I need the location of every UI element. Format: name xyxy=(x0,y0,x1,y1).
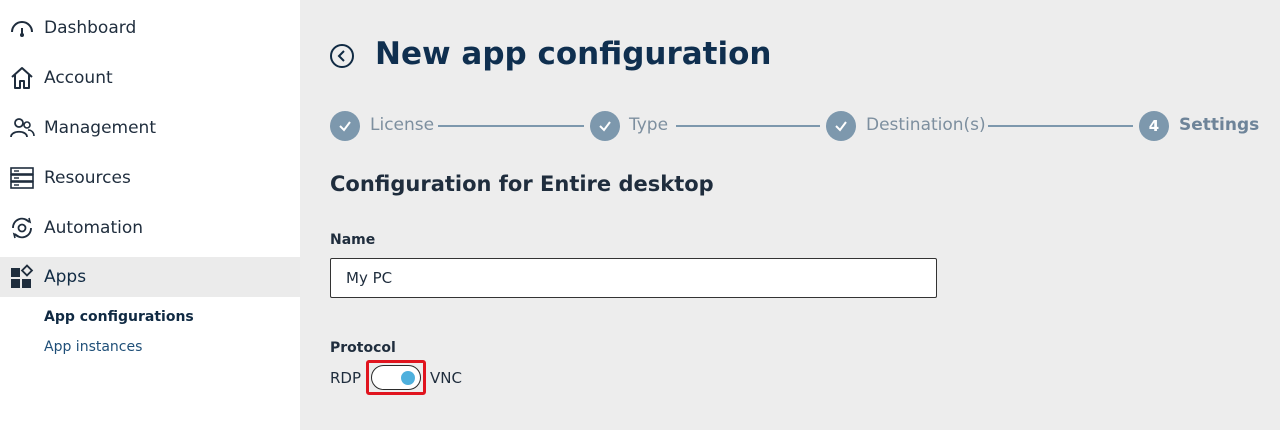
automation-gear-icon xyxy=(8,214,36,242)
step-done-icon xyxy=(330,111,360,141)
step-number-badge: 4 xyxy=(1139,111,1169,141)
sidebar-subitem-app-instances[interactable]: App instances xyxy=(44,339,142,355)
sidebar-item-resources[interactable]: Resources xyxy=(0,158,300,198)
sidebar-item-label: Apps xyxy=(44,267,87,287)
server-icon xyxy=(8,164,36,192)
section-title: Configuration for Entire desktop xyxy=(330,172,714,196)
protocol-option-vnc: VNC xyxy=(430,369,462,387)
step-connector xyxy=(676,125,820,127)
chevron-left-icon xyxy=(337,50,345,62)
step-connector xyxy=(988,125,1133,127)
protocol-toggle[interactable] xyxy=(371,365,421,390)
step-done-icon xyxy=(826,111,856,141)
step-done-icon xyxy=(590,111,620,141)
sidebar: Dashboard Account Management Resources A… xyxy=(0,0,300,430)
name-label: Name xyxy=(330,232,376,248)
sidebar-item-label: Dashboard xyxy=(44,18,137,38)
sidebar-item-label: Account xyxy=(44,68,113,88)
step-label-license: License xyxy=(370,115,435,135)
sidebar-item-automation[interactable]: Automation xyxy=(0,208,300,248)
step-connector xyxy=(438,125,584,127)
back-button[interactable] xyxy=(330,44,354,68)
apps-icon xyxy=(8,263,36,291)
protocol-label: Protocol xyxy=(330,340,396,356)
page-title: New app configuration xyxy=(375,36,772,72)
stepper: License Type Destination(s) 4 Settings xyxy=(0,108,1280,144)
step-label-destinations: Destination(s) xyxy=(866,115,986,135)
step-label-settings: Settings xyxy=(1179,115,1260,135)
protocol-option-rdp: RDP xyxy=(330,369,362,387)
name-input[interactable] xyxy=(330,258,937,298)
sidebar-item-label: Resources xyxy=(44,168,131,188)
sidebar-item-label: Automation xyxy=(44,218,144,238)
sidebar-item-dashboard[interactable]: Dashboard xyxy=(0,8,300,48)
sidebar-subitem-app-configurations[interactable]: App configurations xyxy=(44,309,194,325)
gauge-icon xyxy=(8,14,36,42)
step-label-type: Type xyxy=(629,115,669,135)
sidebar-item-apps[interactable]: Apps xyxy=(0,257,300,297)
toggle-knob xyxy=(401,371,415,385)
sidebar-item-account[interactable]: Account xyxy=(0,58,300,98)
home-icon xyxy=(8,64,36,92)
